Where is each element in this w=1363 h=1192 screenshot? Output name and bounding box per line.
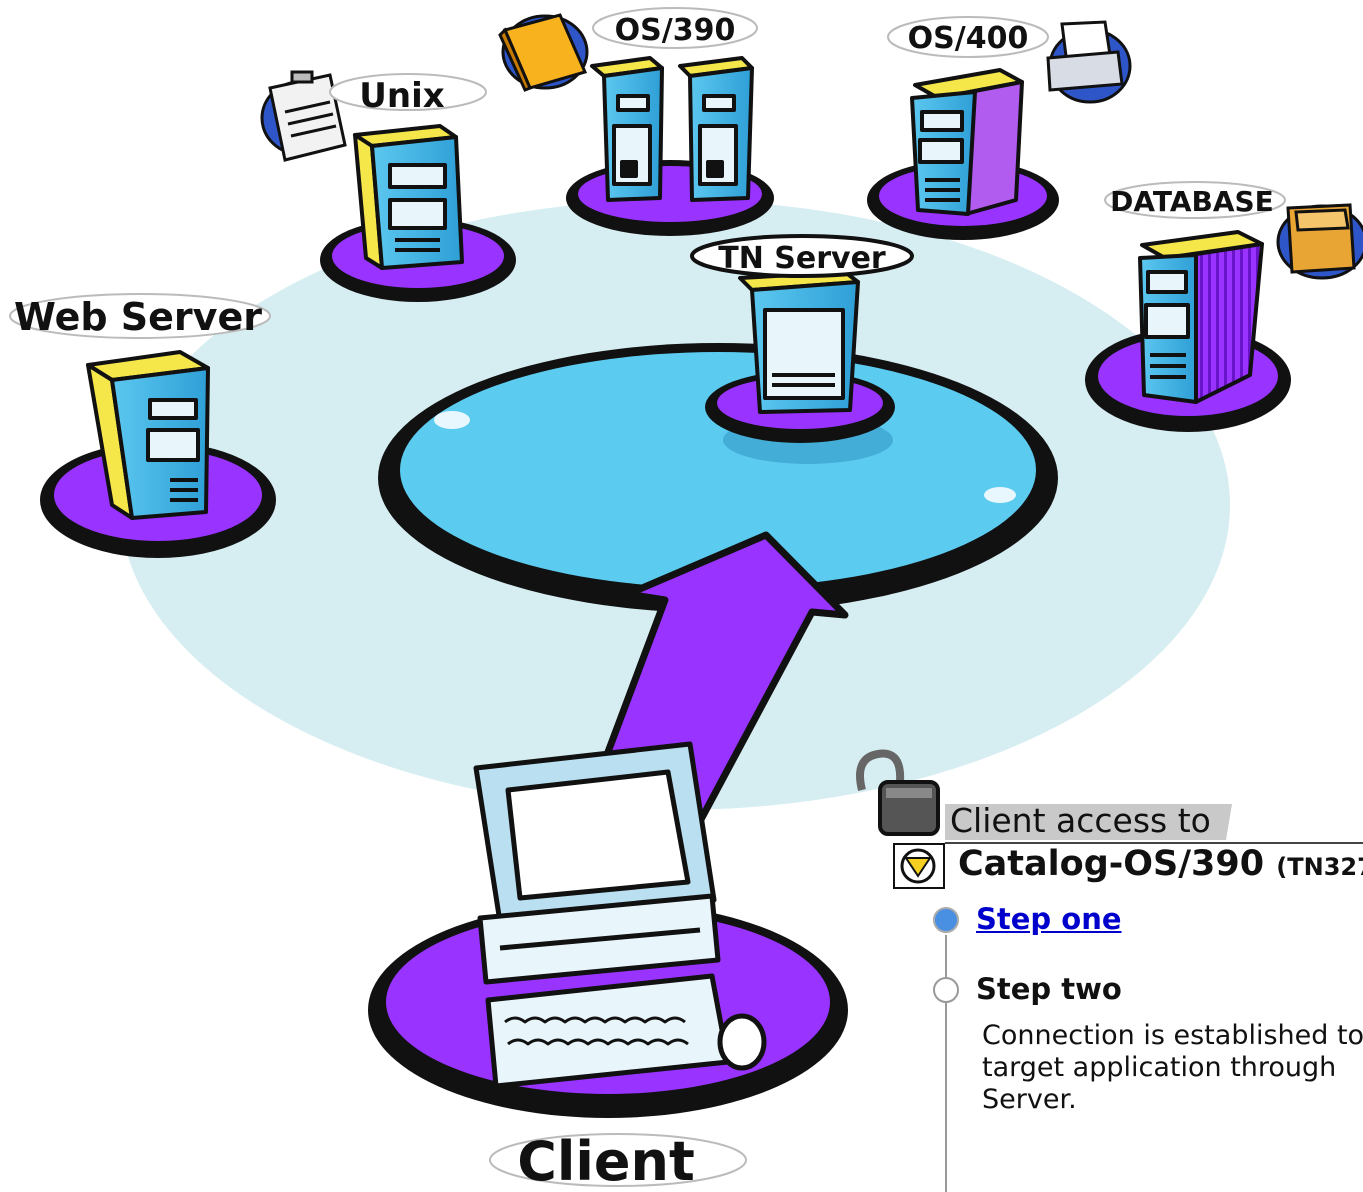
panel-target: Catalog-OS/390 (TN3270) xyxy=(958,844,1363,884)
database-label: DATABASE xyxy=(1110,185,1274,218)
unix-server xyxy=(353,124,464,270)
label-web-server: Web Server xyxy=(9,293,271,339)
step-description-line-2: target application through xyxy=(982,1052,1337,1083)
label-os390: OS/390 xyxy=(592,7,758,49)
label-unix: Unix xyxy=(329,73,487,116)
tn-server-label: TN Server xyxy=(718,241,886,276)
step-two-marker xyxy=(933,977,959,1003)
label-client: Client xyxy=(489,1130,747,1192)
folder-icon xyxy=(1276,203,1363,280)
step-one-link[interactable]: Step one xyxy=(976,902,1122,936)
os390-label: OS/390 xyxy=(615,13,736,48)
client-label: Client xyxy=(517,1130,695,1192)
label-database: DATABASE xyxy=(1104,181,1286,219)
panel-target-protocol: (TN3270) xyxy=(1276,853,1363,881)
target-icon xyxy=(893,843,945,889)
printer-icon xyxy=(1046,20,1132,104)
database-server xyxy=(1138,230,1264,404)
web-server-label: Web Server xyxy=(14,295,262,339)
os400-label: OS/400 xyxy=(908,21,1029,56)
step-one-marker xyxy=(933,907,959,933)
step-description-line-1: Connection is established to xyxy=(982,1020,1363,1051)
os400-server xyxy=(910,68,1024,216)
network-diagram: OS/390 OS/400 Unix DATABASE TN Server We… xyxy=(9,7,1363,1192)
label-tn-server: TN Server xyxy=(690,234,914,278)
step-description-line-3: Server. xyxy=(982,1084,1077,1115)
clipboard-icon xyxy=(260,70,347,162)
tn-server xyxy=(738,270,860,414)
label-os400: OS/400 xyxy=(887,16,1049,58)
step-two-label[interactable]: Step two xyxy=(976,972,1122,1006)
panel-target-name: Catalog-OS/390 xyxy=(958,844,1265,884)
book-icon xyxy=(498,13,589,92)
panel-header: Client access to xyxy=(950,801,1211,840)
unix-label: Unix xyxy=(359,76,444,116)
